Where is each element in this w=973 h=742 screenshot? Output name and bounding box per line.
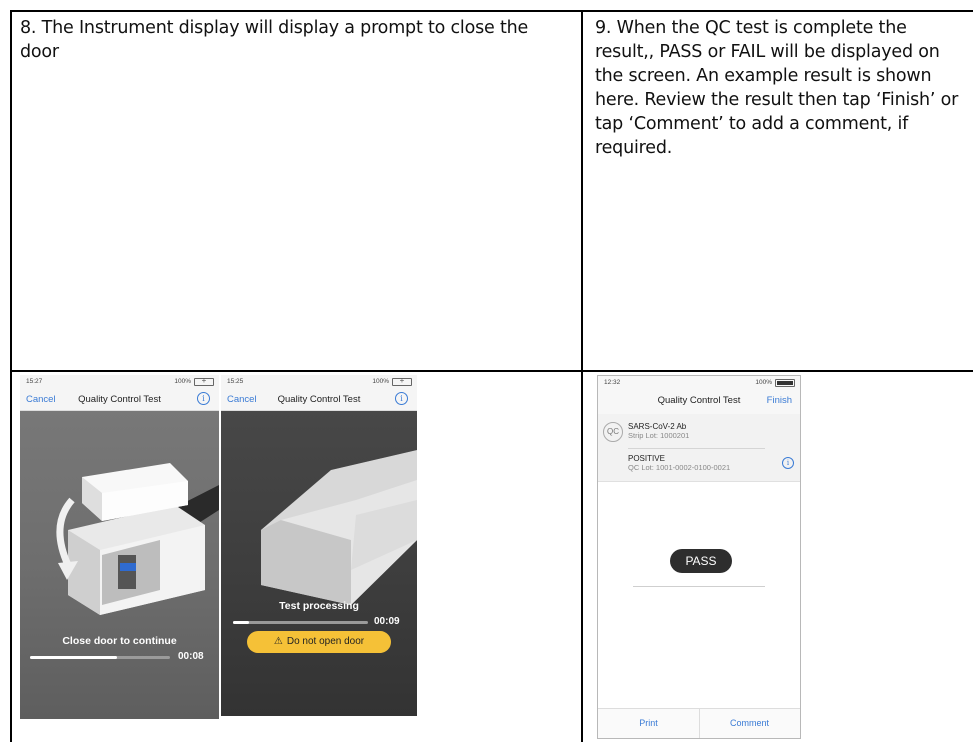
step-9-text: 9. When the QC test is complete the resu… bbox=[595, 18, 959, 158]
qc-result-screen: 12:32 100% Quality Control Test Finish Q… bbox=[597, 375, 801, 739]
screen-title: Quality Control Test bbox=[277, 394, 361, 405]
bottom-action-bar: Print Comment bbox=[598, 708, 800, 738]
qc-level: POSITIVE bbox=[628, 454, 665, 463]
warning-icon: ⚠ bbox=[273, 636, 283, 647]
battery-charging-icon bbox=[392, 376, 412, 386]
progress-bar bbox=[30, 656, 170, 659]
result-underline bbox=[633, 586, 765, 587]
qc-badge: QC bbox=[603, 422, 623, 442]
status-time: 15:27 bbox=[26, 378, 43, 385]
pass-result-badge: PASS bbox=[670, 549, 732, 573]
finish-button[interactable]: Finish bbox=[767, 395, 792, 406]
status-bar: 15:27 100% bbox=[20, 375, 219, 387]
nav-bar: Cancel Quality Control Test i bbox=[221, 389, 417, 411]
table-top-border bbox=[10, 10, 973, 12]
qc-lot: QC Lot: 1001-0002-0100-0021 bbox=[628, 463, 731, 472]
table-middle-border bbox=[10, 370, 973, 372]
progress-fill bbox=[30, 656, 117, 659]
screen-header: 15:27 100% Cancel Quality Control Test i bbox=[20, 375, 219, 411]
screen-header: 12:32 100% Quality Control Test Finish bbox=[598, 376, 800, 414]
nav-bar: Cancel Quality Control Test i bbox=[20, 389, 219, 411]
battery-percent: 100% bbox=[755, 379, 772, 386]
battery-icon bbox=[775, 379, 795, 387]
close-door-screen: 15:27 100% Cancel Quality Control Test i… bbox=[20, 375, 219, 719]
comment-button[interactable]: Comment bbox=[699, 718, 800, 728]
timer: 00:09 bbox=[374, 616, 400, 627]
step-8-text: 8. The Instrument display will display a… bbox=[20, 18, 529, 62]
table-left-border bbox=[10, 10, 12, 742]
progress-bar bbox=[233, 621, 368, 624]
strip-lot: Strip Lot: 1000201 bbox=[628, 431, 690, 440]
instrument-closed-illustration bbox=[261, 450, 417, 605]
nav-bar: Quality Control Test Finish bbox=[598, 390, 800, 412]
timer: 00:08 bbox=[178, 651, 204, 662]
processing-message: Test processing bbox=[279, 600, 359, 612]
warning-text: Do not open door bbox=[286, 636, 365, 647]
table-column-divider bbox=[581, 10, 583, 742]
progress-fill bbox=[233, 621, 250, 624]
status-bar: 12:32 100% bbox=[598, 376, 800, 388]
screen-header: 15:25 100% Cancel Quality Control Test i bbox=[221, 375, 417, 411]
status-time: 12:32 bbox=[604, 379, 621, 386]
analyte-name: SARS-CoV-2 Ab bbox=[628, 422, 687, 431]
battery-percent: 100% bbox=[174, 378, 191, 385]
info-icon[interactable]: i bbox=[395, 392, 408, 405]
divider bbox=[628, 448, 765, 449]
warning-banner: ⚠ Do not open door bbox=[247, 631, 391, 653]
instrument-door-illustration bbox=[56, 463, 219, 615]
print-button[interactable]: Print bbox=[598, 718, 699, 728]
close-door-message: Close door to continue bbox=[62, 635, 177, 647]
status-bar: 15:25 100% bbox=[221, 375, 417, 387]
screen-title: Quality Control Test bbox=[78, 394, 161, 405]
battery-percent: 100% bbox=[372, 378, 389, 385]
test-processing-screen: 15:25 100% Cancel Quality Control Test i… bbox=[221, 375, 417, 716]
status-time: 15:25 bbox=[227, 378, 244, 385]
battery-charging-icon bbox=[194, 376, 214, 386]
info-icon[interactable]: i bbox=[197, 392, 210, 405]
info-icon[interactable]: i bbox=[782, 457, 794, 469]
